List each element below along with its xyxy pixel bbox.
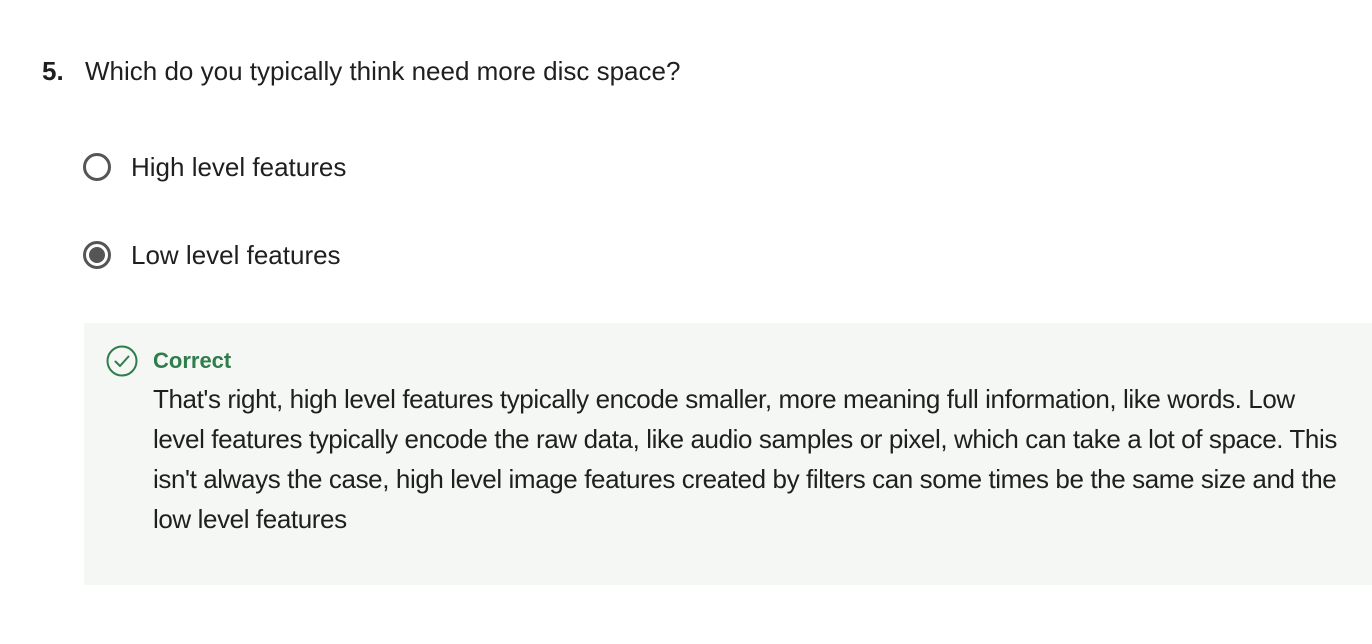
radio-button-selected[interactable]: [83, 241, 111, 269]
feedback-message: That's right, high level features typica…: [153, 384, 1337, 534]
option-label: Low level features: [131, 240, 341, 270]
option-low-level-features[interactable]: Low level features: [83, 236, 341, 274]
option-label: High level features: [131, 152, 347, 182]
check-circle-icon: [106, 345, 138, 377]
question-text: Which do you typically think need more d…: [85, 56, 681, 86]
question: 5. Which do you typically think need mor…: [42, 52, 680, 90]
radio-button-unselected[interactable]: [83, 153, 111, 181]
feedback-panel: Correct That's right, high level feature…: [84, 323, 1372, 585]
question-number: 5.: [42, 56, 64, 86]
feedback-status: Correct: [153, 348, 232, 373]
option-high-level-features[interactable]: High level features: [83, 148, 346, 186]
